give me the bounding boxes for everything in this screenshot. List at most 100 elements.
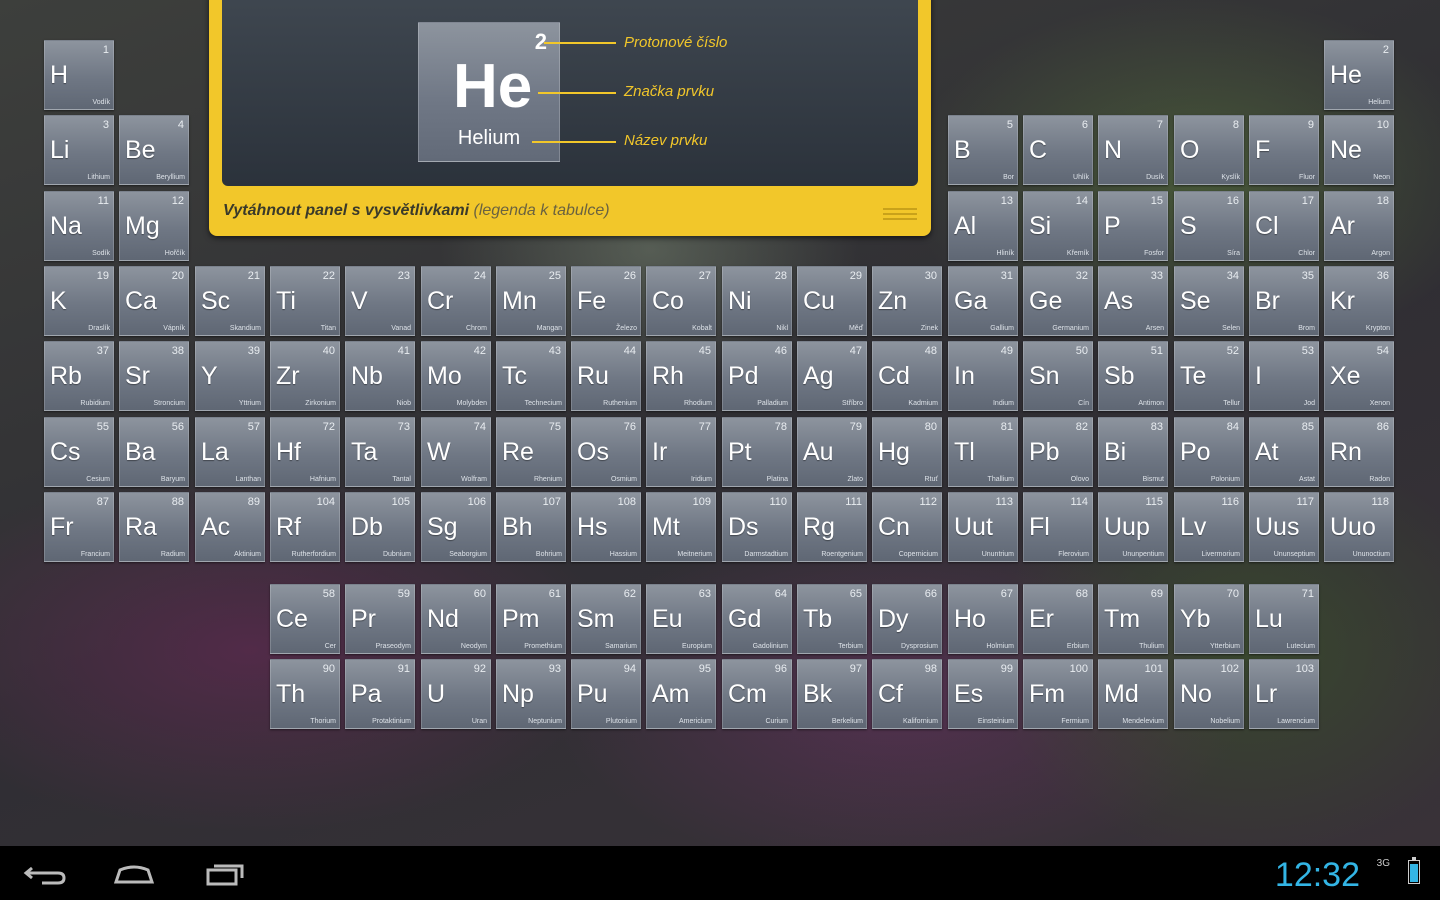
element-tile-rg[interactable]: 111 Rg Roentgenium: [797, 492, 867, 562]
element-tile-sm[interactable]: 62 Sm Samarium: [571, 584, 641, 654]
element-tile-fm[interactable]: 100 Fm Fermium: [1023, 659, 1093, 729]
element-tile-bk[interactable]: 97 Bk Berkelium: [797, 659, 867, 729]
element-tile-uup[interactable]: 115 Uup Ununpentium: [1098, 492, 1168, 562]
element-tile-s[interactable]: 16 S Síra: [1174, 191, 1244, 261]
element-tile-uus[interactable]: 117 Uus Ununseptium: [1249, 492, 1319, 562]
element-tile-rb[interactable]: 37 Rb Rubidium: [44, 341, 114, 411]
element-tile-fr[interactable]: 87 Fr Francium: [44, 492, 114, 562]
element-tile-tc[interactable]: 43 Tc Technecium: [496, 341, 566, 411]
element-tile-h[interactable]: 1 H Vodík: [44, 40, 114, 110]
element-tile-he[interactable]: 2 He Helium: [1324, 40, 1394, 110]
element-tile-xe[interactable]: 54 Xe Xenon: [1324, 341, 1394, 411]
element-tile-mg[interactable]: 12 Mg Hořčík: [119, 191, 189, 261]
element-tile-am[interactable]: 95 Am Americium: [646, 659, 716, 729]
element-tile-mt[interactable]: 109 Mt Meitnerium: [646, 492, 716, 562]
element-tile-db[interactable]: 105 Db Dubnium: [345, 492, 415, 562]
element-tile-mn[interactable]: 25 Mn Mangan: [496, 266, 566, 336]
element-tile-ti[interactable]: 22 Ti Titan: [270, 266, 340, 336]
element-tile-ca[interactable]: 20 Ca Vápník: [119, 266, 189, 336]
element-tile-al[interactable]: 13 Al Hliník: [948, 191, 1018, 261]
element-tile-hf[interactable]: 72 Hf Hafnium: [270, 417, 340, 487]
element-tile-si[interactable]: 14 Si Křemík: [1023, 191, 1093, 261]
element-tile-rn[interactable]: 86 Rn Radon: [1324, 417, 1394, 487]
element-tile-fe[interactable]: 26 Fe Železo: [571, 266, 641, 336]
element-tile-lr[interactable]: 103 Lr Lawrencium: [1249, 659, 1319, 729]
element-tile-at[interactable]: 85 At Astat: [1249, 417, 1319, 487]
element-tile-w[interactable]: 74 W Wolfram: [421, 417, 491, 487]
element-tile-co[interactable]: 27 Co Kobalt: [646, 266, 716, 336]
element-tile-rh[interactable]: 45 Rh Rhodium: [646, 341, 716, 411]
element-tile-pd[interactable]: 46 Pd Palladium: [722, 341, 792, 411]
element-tile-bi[interactable]: 83 Bi Bismut: [1098, 417, 1168, 487]
element-tile-pa[interactable]: 91 Pa Protaktinium: [345, 659, 415, 729]
element-tile-ba[interactable]: 56 Ba Baryum: [119, 417, 189, 487]
element-tile-po[interactable]: 84 Po Polonium: [1174, 417, 1244, 487]
element-tile-zr[interactable]: 40 Zr Zirkonium: [270, 341, 340, 411]
element-tile-th[interactable]: 90 Th Thorium: [270, 659, 340, 729]
element-tile-tl[interactable]: 81 Tl Thallium: [948, 417, 1018, 487]
element-tile-sn[interactable]: 50 Sn Cín: [1023, 341, 1093, 411]
element-tile-cs[interactable]: 55 Cs Cesium: [44, 417, 114, 487]
element-tile-ge[interactable]: 32 Ge Germanium: [1023, 266, 1093, 336]
element-tile-pb[interactable]: 82 Pb Olovo: [1023, 417, 1093, 487]
legend-panel[interactable]: 2 He Helium Protonové číslo Značka prvku…: [209, 0, 931, 236]
element-tile-cm[interactable]: 96 Cm Curium: [722, 659, 792, 729]
element-tile-te[interactable]: 52 Te Tellur: [1174, 341, 1244, 411]
element-tile-na[interactable]: 11 Na Sodík: [44, 191, 114, 261]
element-tile-er[interactable]: 68 Er Erbium: [1023, 584, 1093, 654]
element-tile-md[interactable]: 101 Md Mendelevium: [1098, 659, 1168, 729]
element-tile-ni[interactable]: 28 Ni Nikl: [722, 266, 792, 336]
element-tile-eu[interactable]: 63 Eu Europium: [646, 584, 716, 654]
element-tile-cf[interactable]: 98 Cf Kalifornium: [872, 659, 942, 729]
element-tile-np[interactable]: 93 Np Neptunium: [496, 659, 566, 729]
element-tile-la[interactable]: 57 La Lanthan: [195, 417, 265, 487]
element-tile-ra[interactable]: 88 Ra Radium: [119, 492, 189, 562]
element-tile-ar[interactable]: 18 Ar Argon: [1324, 191, 1394, 261]
element-tile-lu[interactable]: 71 Lu Lutecium: [1249, 584, 1319, 654]
element-tile-n[interactable]: 7 N Dusík: [1098, 115, 1168, 185]
element-tile-ga[interactable]: 31 Ga Gallium: [948, 266, 1018, 336]
element-tile-ru[interactable]: 44 Ru Ruthenium: [571, 341, 641, 411]
element-tile-pt[interactable]: 78 Pt Platina: [722, 417, 792, 487]
element-tile-as[interactable]: 33 As Arsen: [1098, 266, 1168, 336]
element-tile-ce[interactable]: 58 Ce Cer: [270, 584, 340, 654]
home-icon[interactable]: [106, 856, 162, 890]
element-tile-li[interactable]: 3 Li Lithium: [44, 115, 114, 185]
element-tile-v[interactable]: 23 V Vanad: [345, 266, 415, 336]
element-tile-uuo[interactable]: 118 Uuo Ununoctium: [1324, 492, 1394, 562]
element-tile-dy[interactable]: 66 Dy Dysprosium: [872, 584, 942, 654]
element-tile-nd[interactable]: 60 Nd Neodym: [421, 584, 491, 654]
element-tile-in[interactable]: 49 In Indium: [948, 341, 1018, 411]
element-tile-mo[interactable]: 42 Mo Molybden: [421, 341, 491, 411]
element-tile-au[interactable]: 79 Au Zlato: [797, 417, 867, 487]
element-tile-zn[interactable]: 30 Zn Zinek: [872, 266, 942, 336]
element-tile-i[interactable]: 53 I Jod: [1249, 341, 1319, 411]
element-tile-ne[interactable]: 10 Ne Neon: [1324, 115, 1394, 185]
recent-apps-icon[interactable]: [198, 856, 254, 890]
element-tile-hs[interactable]: 108 Hs Hassium: [571, 492, 641, 562]
element-tile-kr[interactable]: 36 Kr Krypton: [1324, 266, 1394, 336]
element-tile-sc[interactable]: 21 Sc Skandium: [195, 266, 265, 336]
element-tile-cn[interactable]: 112 Cn Copernicium: [872, 492, 942, 562]
element-tile-ir[interactable]: 77 Ir Iridium: [646, 417, 716, 487]
element-tile-c[interactable]: 6 C Uhlík: [1023, 115, 1093, 185]
element-tile-cd[interactable]: 48 Cd Kadmium: [872, 341, 942, 411]
element-tile-o[interactable]: 8 O Kyslík: [1174, 115, 1244, 185]
back-icon[interactable]: [18, 856, 74, 890]
element-tile-ds[interactable]: 110 Ds Darmstadtium: [722, 492, 792, 562]
element-tile-cl[interactable]: 17 Cl Chlor: [1249, 191, 1319, 261]
element-tile-sg[interactable]: 106 Sg Seaborgium: [421, 492, 491, 562]
element-tile-fl[interactable]: 114 Fl Flerovium: [1023, 492, 1093, 562]
element-tile-lv[interactable]: 116 Lv Livermorium: [1174, 492, 1244, 562]
element-tile-pm[interactable]: 61 Pm Promethium: [496, 584, 566, 654]
drag-handle-icon[interactable]: [883, 208, 917, 220]
element-tile-p[interactable]: 15 P Fosfor: [1098, 191, 1168, 261]
element-tile-nb[interactable]: 41 Nb Niob: [345, 341, 415, 411]
element-tile-f[interactable]: 9 F Fluor: [1249, 115, 1319, 185]
element-tile-tb[interactable]: 65 Tb Terbium: [797, 584, 867, 654]
legend-pull-label[interactable]: Vytáhnout panel s vysvětlivkami (legenda…: [223, 202, 610, 220]
element-tile-es[interactable]: 99 Es Einsteinium: [948, 659, 1018, 729]
element-tile-pr[interactable]: 59 Pr Praseodym: [345, 584, 415, 654]
element-tile-b[interactable]: 5 B Bor: [948, 115, 1018, 185]
element-tile-br[interactable]: 35 Br Brom: [1249, 266, 1319, 336]
